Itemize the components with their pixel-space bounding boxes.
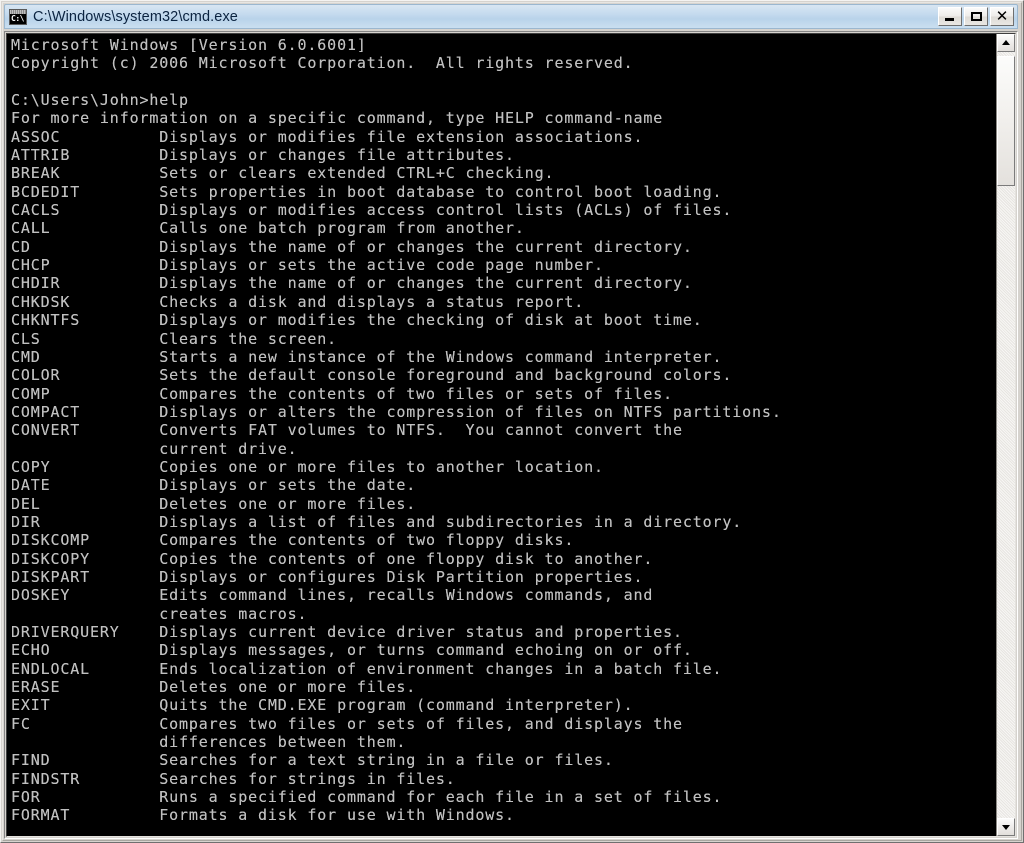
- scroll-down-button[interactable]: [997, 818, 1015, 836]
- minimize-button[interactable]: [938, 7, 962, 26]
- console-output-area[interactable]: Microsoft Windows [Version 6.0.6001] Cop…: [7, 34, 996, 836]
- close-icon: ✕: [995, 7, 1009, 25]
- maximize-button[interactable]: [964, 7, 988, 26]
- title-bar[interactable]: C:\ C:\Windows\system32\cmd.exe ✕: [4, 4, 1018, 29]
- scroll-down-arrow-icon: [1002, 825, 1010, 830]
- console-client-area: Microsoft Windows [Version 6.0.6001] Cop…: [4, 31, 1018, 839]
- scroll-up-button[interactable]: [997, 34, 1015, 52]
- close-button[interactable]: ✕: [990, 7, 1014, 26]
- window-title: C:\Windows\system32\cmd.exe: [33, 8, 238, 25]
- scrollbar-thumb[interactable]: [997, 56, 1015, 186]
- maximize-icon: [971, 12, 982, 21]
- console-text: Microsoft Windows [Version 6.0.6001] Cop…: [11, 36, 782, 825]
- console-scrollbar[interactable]: [996, 34, 1015, 836]
- icon-prompt-glyph: C:\: [11, 13, 24, 23]
- cmd-window: C:\ C:\Windows\system32\cmd.exe ✕ Micros…: [0, 0, 1024, 843]
- cmd-console-icon: C:\: [9, 8, 27, 25]
- console-sunken-border: Microsoft Windows [Version 6.0.6001] Cop…: [6, 33, 1016, 837]
- minimize-icon: [945, 18, 954, 21]
- window-controls: ✕: [938, 7, 1017, 26]
- scroll-up-arrow-icon: [1002, 40, 1010, 45]
